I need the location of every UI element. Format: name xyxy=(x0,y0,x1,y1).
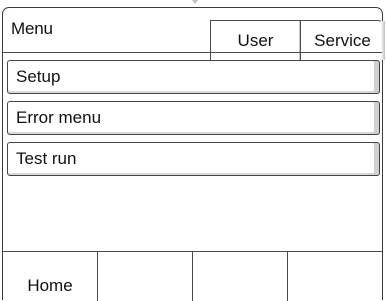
menu-list: Setup Error menu Test run xyxy=(7,60,380,183)
footer-button-4[interactable] xyxy=(288,252,382,301)
home-button[interactable]: Home xyxy=(3,252,98,301)
tab-service[interactable]: Service xyxy=(300,20,385,60)
menu-item-setup[interactable]: Setup xyxy=(7,60,380,94)
menu-item-error-menu[interactable]: Error menu xyxy=(7,101,380,135)
page-title: Menu xyxy=(11,19,53,38)
tab-user[interactable]: User xyxy=(210,20,300,60)
footer-button-2[interactable] xyxy=(98,252,193,301)
top-indicator-icon xyxy=(192,0,198,4)
footer-button-3[interactable] xyxy=(193,252,288,301)
device-screen: Menu User Service Setup Error menu Test … xyxy=(2,7,385,301)
header-divider xyxy=(3,52,382,53)
footer-bar: Home xyxy=(3,252,382,301)
menu-item-test-run[interactable]: Test run xyxy=(7,142,380,176)
